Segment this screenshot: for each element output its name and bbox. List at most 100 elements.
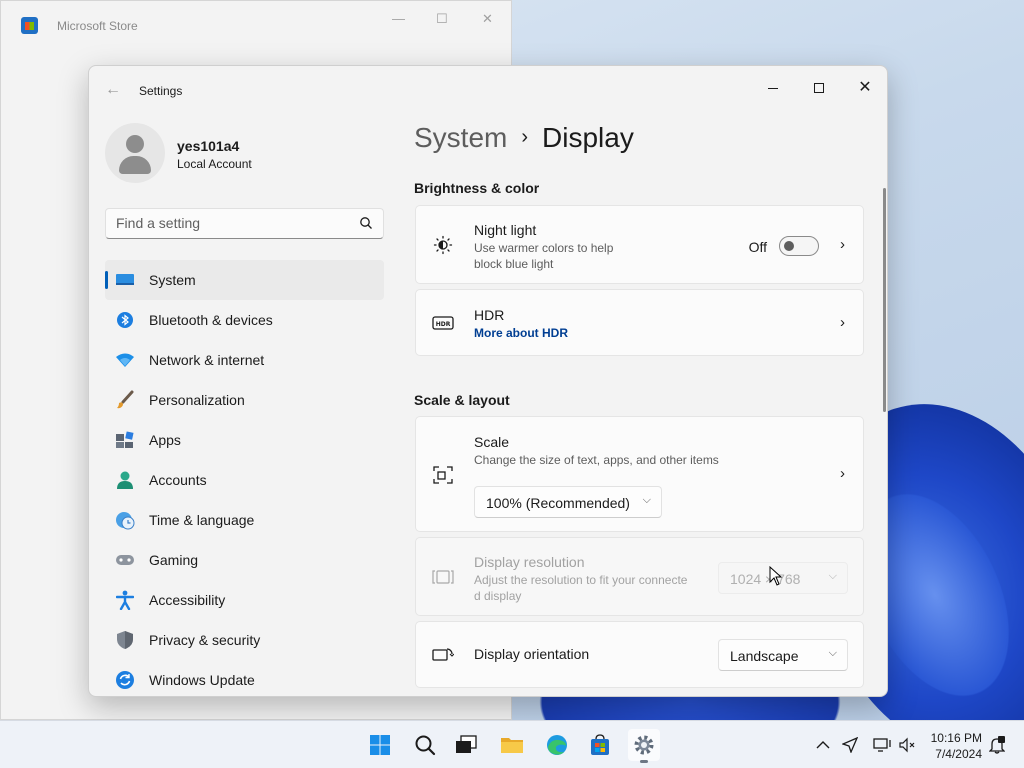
chevron-right-icon[interactable]: › xyxy=(840,465,845,482)
minimize-icon xyxy=(768,87,778,89)
sidebar-item-label: Time & language xyxy=(149,512,255,528)
hdr-card[interactable]: HDR HDR More about HDR › xyxy=(415,289,864,356)
scale-description: Change the size of text, apps, and other… xyxy=(474,453,719,467)
breadcrumb: System › Display xyxy=(414,122,634,154)
night-light-toggle[interactable] xyxy=(779,236,819,256)
sidebar-item-accessibility[interactable]: Accessibility xyxy=(105,580,384,620)
store-window-title: Microsoft Store xyxy=(57,19,138,33)
content-scrollbar[interactable] xyxy=(883,188,886,412)
scale-icon xyxy=(432,464,454,486)
sidebar-item-label: Apps xyxy=(149,432,181,448)
maximize-button[interactable] xyxy=(796,72,842,104)
edge-button[interactable] xyxy=(541,729,573,761)
notifications-button[interactable] xyxy=(987,735,1007,755)
settings-taskbar-button[interactable] xyxy=(628,729,660,763)
sidebar-item-label: Gaming xyxy=(149,552,199,568)
search-icon xyxy=(415,735,436,756)
clock-date: 7/4/2024 xyxy=(935,747,982,761)
display-resolution-card: Display resolution Adjust the resolution… xyxy=(415,537,864,616)
file-explorer-button[interactable] xyxy=(496,729,528,761)
edge-icon xyxy=(547,735,567,755)
store-close-button[interactable]: ✕ xyxy=(482,11,493,27)
toggle-knob xyxy=(784,241,794,251)
store-icon xyxy=(591,734,609,755)
night-light-description-cont: block blue light xyxy=(474,257,554,271)
network-tray-button[interactable] xyxy=(872,735,892,755)
sidebar-item-bluetooth[interactable]: Bluetooth & devices xyxy=(105,300,384,340)
sidebar-item-label: System xyxy=(149,272,196,288)
store-maximize-button[interactable]: ☐ xyxy=(436,11,448,27)
sidebar-item-label: Privacy & security xyxy=(149,632,261,648)
sidebar-item-time-language[interactable]: Time & language xyxy=(105,500,384,540)
title-bar[interactable]: ← Settings ✕ xyxy=(89,66,887,114)
task-view-button[interactable] xyxy=(450,729,482,761)
apps-icon xyxy=(115,430,135,450)
resolution-icon xyxy=(432,566,454,588)
sidebar-item-label: Accessibility xyxy=(149,592,226,608)
svg-text:HDR: HDR xyxy=(436,321,451,328)
sidebar-nav: System Bluetooth & devices Network & int… xyxy=(105,260,384,696)
chevron-down-icon: ⌵ xyxy=(828,647,837,659)
night-light-state: Off xyxy=(748,239,767,255)
resolution-dropdown-value: 1024 × 768 xyxy=(730,571,801,587)
night-light-icon xyxy=(432,234,454,256)
orientation-dropdown[interactable]: Landscape ⌵ xyxy=(718,639,848,671)
brush-icon xyxy=(115,390,135,410)
sidebar-item-network[interactable]: Network & internet xyxy=(105,340,384,380)
sidebar-item-apps[interactable]: Apps xyxy=(105,420,384,460)
task-view-icon xyxy=(456,735,477,753)
chevron-down-icon: ⌵ xyxy=(828,570,837,582)
sidebar-item-gaming[interactable]: Gaming xyxy=(105,540,384,580)
hdr-title: HDR xyxy=(474,307,505,323)
sidebar-item-label: Bluetooth & devices xyxy=(149,312,273,328)
windows-logo-icon xyxy=(370,735,390,755)
section-heading-scale-layout: Scale & layout xyxy=(414,392,510,408)
display-orientation-title: Display orientation xyxy=(474,646,590,662)
sidebar-item-system[interactable]: System xyxy=(105,260,384,300)
search-box[interactable] xyxy=(105,208,384,239)
maximize-icon xyxy=(814,83,824,93)
orientation-icon xyxy=(432,644,454,666)
start-button[interactable] xyxy=(364,729,396,761)
back-button[interactable]: ← xyxy=(103,80,123,100)
chevron-down-icon: ⌵ xyxy=(642,494,651,506)
chevron-right-icon[interactable]: › xyxy=(840,314,845,331)
file-explorer-icon xyxy=(501,738,523,753)
display-orientation-card[interactable]: Display orientation Landscape ⌵ xyxy=(415,621,864,688)
avatar[interactable] xyxy=(105,123,165,183)
accessibility-icon xyxy=(115,590,135,610)
location-tray-button[interactable] xyxy=(840,735,860,755)
clock[interactable]: 10:16 PM 7/4/2024 xyxy=(922,730,982,762)
close-button[interactable]: ✕ xyxy=(842,72,887,104)
volume-tray-button[interactable] xyxy=(898,735,918,755)
scale-title: Scale xyxy=(474,434,510,450)
resolution-dropdown: 1024 × 768 ⌵ xyxy=(718,562,848,594)
sidebar-item-label: Personalization xyxy=(149,392,245,408)
sidebar-item-windows-update[interactable]: Windows Update xyxy=(105,660,384,696)
sidebar-item-personalization[interactable]: Personalization xyxy=(105,380,384,420)
more-about-hdr-link[interactable]: More about HDR xyxy=(474,326,568,340)
sidebar-item-privacy[interactable]: Privacy & security xyxy=(105,620,384,660)
hdr-icon: HDR xyxy=(432,312,454,334)
breadcrumb-parent[interactable]: System xyxy=(414,122,507,153)
scale-dropdown[interactable]: 100% (Recommended) ⌵ xyxy=(474,486,662,518)
sidebar-item-accounts[interactable]: Accounts xyxy=(105,460,384,500)
store-minimize-button[interactable]: — xyxy=(392,11,405,26)
night-light-card[interactable]: Night light Use warmer colors to help bl… xyxy=(415,205,864,284)
night-light-description: Use warmer colors to help xyxy=(474,241,614,255)
display-resolution-description-cont: d display xyxy=(474,589,522,603)
store-button[interactable] xyxy=(584,729,616,761)
close-icon: ✕ xyxy=(858,79,872,96)
minimize-button[interactable] xyxy=(750,72,796,104)
scale-card[interactable]: Scale Change the size of text, apps, and… xyxy=(415,416,864,532)
taskbar-search-button[interactable] xyxy=(409,729,441,761)
notification-bell-icon xyxy=(989,736,1005,754)
scale-dropdown-value: 100% (Recommended) xyxy=(486,495,630,511)
show-hidden-icons-button[interactable] xyxy=(813,735,833,755)
store-logo-icon xyxy=(21,17,38,34)
sidebar-item-label: Network & internet xyxy=(149,352,265,368)
search-input[interactable] xyxy=(116,215,346,231)
shield-icon xyxy=(115,630,135,650)
chevron-right-icon[interactable]: › xyxy=(840,236,845,253)
window-title: Settings xyxy=(139,84,183,98)
